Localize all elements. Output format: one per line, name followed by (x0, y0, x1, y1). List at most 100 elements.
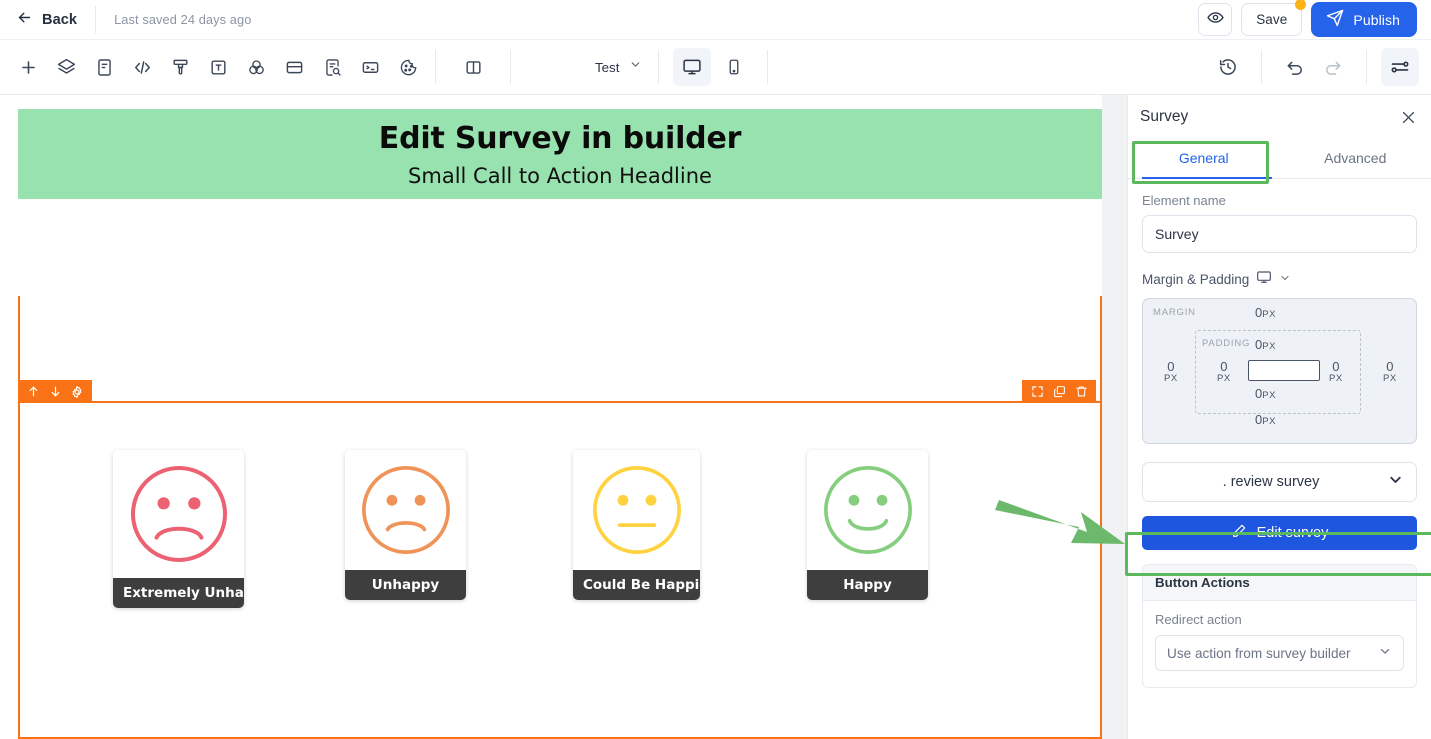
unit: PX (1262, 341, 1276, 352)
save-button[interactable]: Save (1241, 0, 1307, 36)
face-label: Unhappy (345, 570, 466, 600)
text-icon[interactable] (199, 48, 237, 86)
move-up-icon[interactable] (22, 381, 44, 403)
variant-selector[interactable]: Test (579, 58, 658, 76)
panel-header: Survey (1128, 95, 1431, 139)
split-view-icon[interactable] (454, 48, 492, 86)
send-icon (1326, 9, 1344, 30)
brush-icon[interactable] (161, 48, 199, 86)
survey-face-card[interactable]: Unhappy (345, 450, 466, 600)
chevron-down-icon (1387, 471, 1404, 493)
padding-bottom-value[interactable]: 0PX (1255, 387, 1276, 401)
colors-icon[interactable] (237, 48, 275, 86)
survey-select-value: . review survey (1222, 474, 1320, 490)
hero-headline: Edit Survey in builder (378, 120, 742, 156)
tab-general[interactable]: General (1128, 139, 1280, 178)
chevron-down-icon (629, 58, 642, 76)
face-label: Happy (807, 570, 928, 600)
pencil-icon (1231, 523, 1247, 543)
move-down-icon[interactable] (44, 381, 66, 403)
panel-body: Element name Margin & Padding MARGIN PAD… (1128, 179, 1431, 688)
canvas-gutter (1102, 95, 1127, 739)
close-icon[interactable] (1400, 109, 1417, 126)
edit-survey-button[interactable]: Edit survey (1142, 516, 1417, 550)
back-label: Back (42, 11, 78, 28)
duplicate-icon[interactable] (1048, 381, 1070, 403)
publish-label: Publish (1353, 11, 1400, 28)
survey-face-card[interactable]: Extremely Unhappy (113, 450, 244, 608)
canvas-top-spacer (0, 95, 1102, 109)
padding-caption: PADDING (1202, 338, 1251, 349)
hero-subheadline: Small Call to Action Headline (408, 163, 712, 188)
survey-page-builder: Back Last saved 24 days ago Save Publish (0, 0, 1431, 739)
padding-left-value[interactable]: 0 PX (1217, 360, 1231, 384)
undo-icon[interactable] (1276, 48, 1314, 86)
terminal-icon[interactable] (351, 48, 389, 86)
content-box-input[interactable] (1248, 360, 1320, 381)
page-icon[interactable] (85, 48, 123, 86)
padding-top-value[interactable]: 0PX (1255, 338, 1276, 352)
publish-button[interactable]: Publish (1311, 2, 1417, 37)
face-label: Could Be Happier (573, 570, 700, 600)
margin-bottom-value[interactable]: 0PX (1255, 413, 1276, 427)
margin-padding-label: Margin & Padding (1142, 272, 1250, 287)
page-canvas[interactable]: Edit Survey in builder Small Call to Act… (0, 95, 1102, 739)
toolbar-right-group (1209, 48, 1431, 86)
chevron-down-icon[interactable] (1279, 271, 1291, 289)
editor-toolbar: Test (0, 40, 1431, 95)
redo-icon[interactable] (1314, 48, 1352, 86)
edit-survey-label: Edit survey (1256, 525, 1329, 541)
selection-toolbar-left (18, 380, 92, 403)
selection-top-border (18, 401, 1102, 403)
last-saved-text: Last saved 24 days ago (114, 12, 252, 27)
survey-face-card[interactable]: Happy (807, 450, 928, 600)
delete-icon[interactable] (1070, 381, 1092, 403)
toolbar-divider-5 (1261, 50, 1262, 84)
arrow-left-icon (16, 9, 33, 31)
settings-gear-icon[interactable] (66, 381, 88, 403)
element-name-input[interactable] (1142, 215, 1417, 253)
desktop-icon[interactable] (1256, 269, 1272, 290)
margin-left-value[interactable]: 0 PX (1164, 360, 1178, 384)
card-icon[interactable] (275, 48, 313, 86)
preview-button[interactable] (1198, 3, 1233, 36)
margin-padding-editor[interactable]: MARGIN PADDING 0PX 0PX 0 PX 0 PX 0PX 0PX… (1142, 298, 1417, 444)
padding-left-number: 0 (1220, 359, 1228, 374)
panel-title: Survey (1140, 108, 1189, 125)
padding-right-value[interactable]: 0 PX (1329, 360, 1343, 384)
face-image-neutral (573, 450, 700, 570)
top-bar: Back Last saved 24 days ago Save Publish (0, 0, 1431, 40)
button-actions-body: Redirect action Use action from survey b… (1143, 601, 1416, 687)
toolbar-divider-2 (510, 50, 511, 84)
margin-top-value[interactable]: 0PX (1255, 306, 1276, 320)
face-image-sad (345, 450, 466, 570)
selection-toolbar-right (1022, 380, 1096, 403)
expand-icon[interactable] (1026, 381, 1048, 403)
form-search-icon[interactable] (313, 48, 351, 86)
hero-section[interactable]: Edit Survey in builder Small Call to Act… (18, 109, 1102, 199)
settings-sliders-icon[interactable] (1381, 48, 1419, 86)
face-image-happy (807, 450, 928, 570)
code-icon[interactable] (123, 48, 161, 86)
back-button[interactable]: Back (0, 0, 95, 40)
survey-select[interactable]: . review survey (1142, 462, 1417, 502)
history-icon[interactable] (1209, 48, 1247, 86)
eye-icon (1207, 9, 1224, 31)
toolbar-divider-3 (658, 50, 660, 84)
margin-right-value[interactable]: 0 PX (1383, 360, 1397, 384)
mobile-view-button[interactable] (715, 48, 753, 86)
layers-icon[interactable] (47, 48, 85, 86)
element-settings-panel: Survey General Advanced Element name Mar… (1125, 95, 1431, 739)
element-name-label: Element name (1142, 193, 1226, 208)
redirect-action-select[interactable]: Use action from survey builder (1155, 635, 1404, 671)
cookie-icon[interactable] (389, 48, 427, 86)
toolbar-divider-6 (1366, 50, 1367, 84)
variant-label: Test (595, 59, 620, 75)
save-label: Save (1256, 12, 1288, 27)
desktop-view-button[interactable] (673, 48, 712, 86)
survey-face-card[interactable]: Could Be Happier (573, 450, 700, 600)
unit: PX (1164, 372, 1178, 384)
tab-advanced[interactable]: Advanced (1280, 139, 1431, 178)
add-element-icon[interactable] (9, 48, 47, 86)
top-bar-actions: Save Publish (1198, 0, 1431, 37)
